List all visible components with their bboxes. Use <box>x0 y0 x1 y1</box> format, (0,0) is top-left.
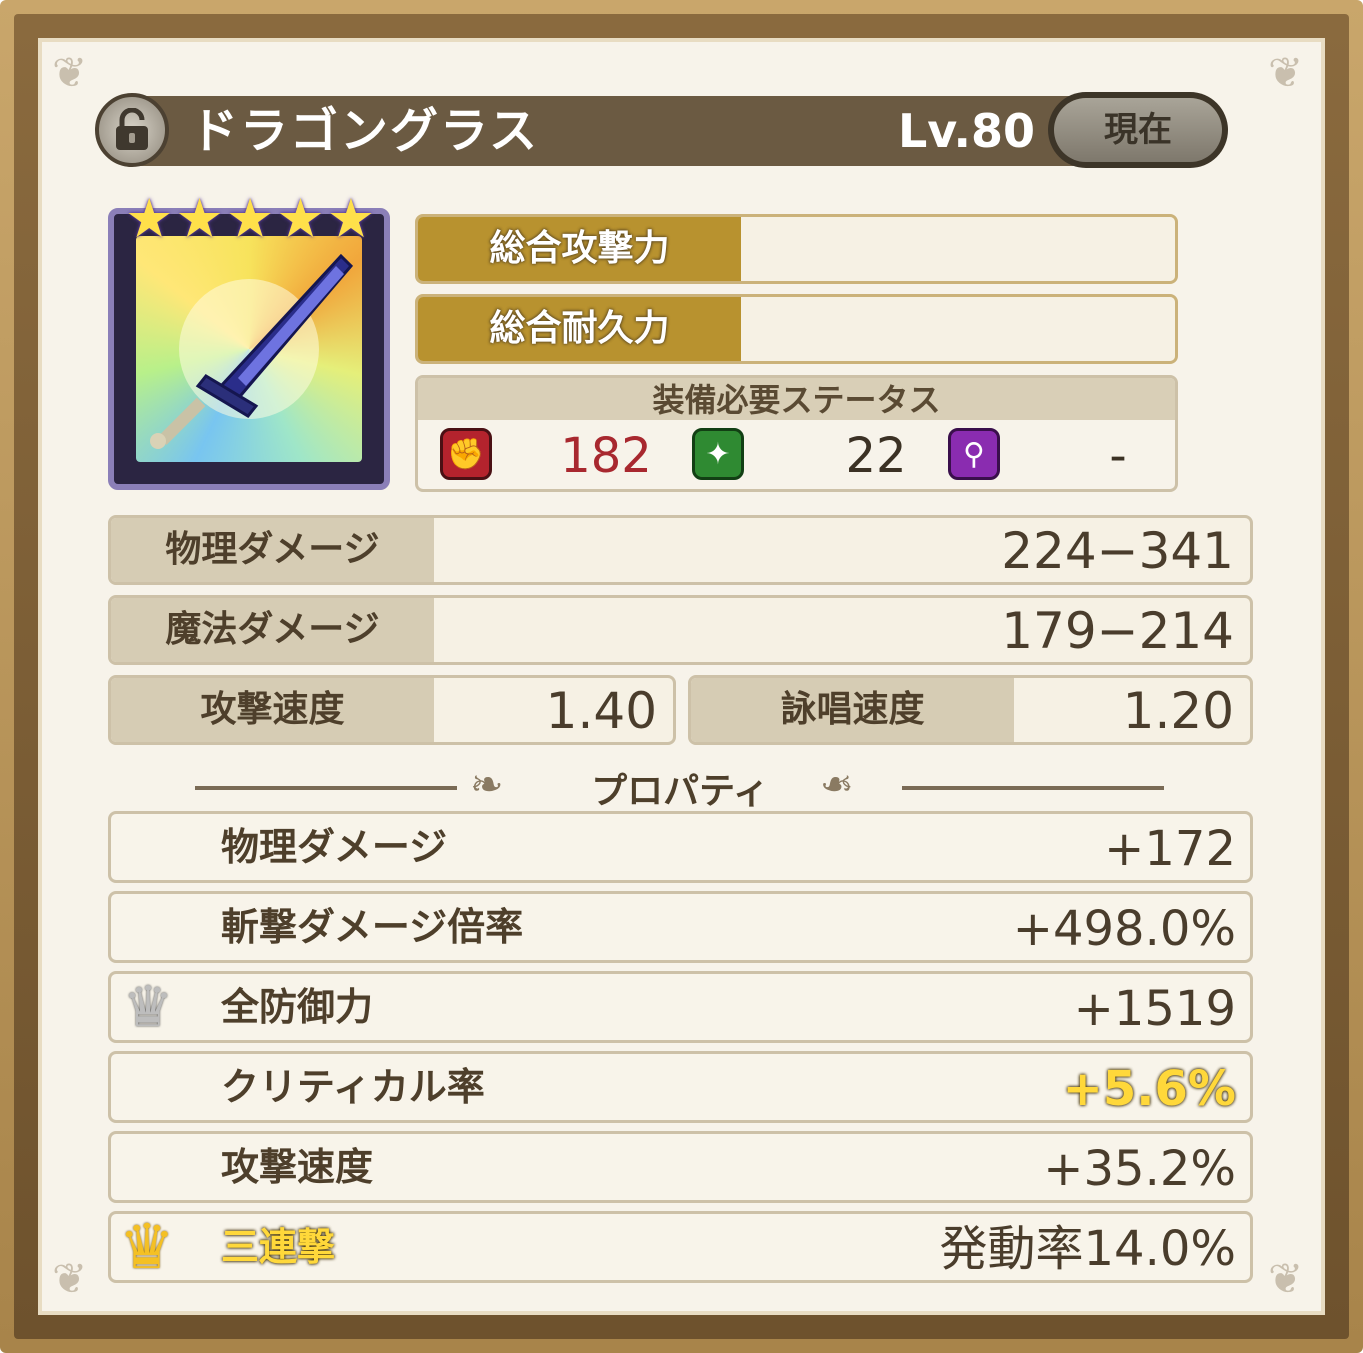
star-icon: ★ <box>225 187 275 250</box>
intelligence-wand-icon: ⚲ <box>948 428 1000 480</box>
property-value-highlight: +5.6% <box>1062 1061 1236 1117</box>
physical-damage-label: 物理ダメージ <box>111 518 434 582</box>
physical-damage-value: 224−341 <box>1001 522 1234 580</box>
property-label: 攻撃速度 <box>221 1145 374 1189</box>
attack-speed-label: 攻撃速度 <box>111 678 434 742</box>
rarity-stars: ★ ★ ★ ★ ★ <box>125 192 375 246</box>
equip-requirements: 装備必要ステータス ✊ 182 ✦ 22 ⚲ - <box>415 375 1178 492</box>
section-divider-right <box>902 786 1164 790</box>
ornament-icon: ❧ <box>470 762 504 808</box>
magic-damage-row: 魔法ダメージ 179−214 <box>108 595 1253 665</box>
cast-speed-label: 詠唱速度 <box>691 678 1014 742</box>
current-button[interactable]: 現在 <box>1048 92 1228 168</box>
gold-crown-icon: ♛ <box>119 1210 175 1283</box>
total-attack-label: 総合攻撃力 <box>418 217 741 281</box>
section-divider-left <box>195 786 457 790</box>
intelligence-requirement: - <box>1109 428 1127 484</box>
total-attack-value <box>741 217 1175 281</box>
star-icon: ★ <box>125 187 174 250</box>
property-value: 発動率14.0% <box>939 1221 1237 1277</box>
property-label-highlight: 三連撃 <box>221 1225 336 1269</box>
item-name: ドラゴングラス <box>190 103 540 159</box>
star-icon: ★ <box>276 187 325 250</box>
star-icon: ★ <box>326 187 376 250</box>
property-value: +172 <box>1104 821 1236 877</box>
property-row: クリティカル率 +5.6% <box>108 1051 1253 1123</box>
item-art <box>136 236 362 462</box>
cast-speed-value: 1.20 <box>1122 682 1234 740</box>
attack-speed-row: 攻撃速度 1.40 <box>108 675 676 745</box>
strength-requirement: 182 <box>560 428 652 484</box>
current-button-label: 現在 <box>1054 98 1222 162</box>
strength-fist-icon: ✊ <box>440 428 492 480</box>
property-row: 物理ダメージ +172 <box>108 811 1253 883</box>
total-durability-label: 総合耐久力 <box>418 297 741 361</box>
magic-damage-label: 魔法ダメージ <box>111 598 434 662</box>
corner-ornament-icon: ❦ <box>52 1254 88 1303</box>
property-value: +498.0% <box>1012 901 1236 957</box>
corner-ornament-icon: ❦ <box>52 48 88 97</box>
item-icon-frame[interactable] <box>108 208 390 490</box>
property-label: 全防御力 <box>221 985 374 1029</box>
property-value: +35.2% <box>1043 1141 1236 1197</box>
equip-requirements-title: 装備必要ステータス <box>418 378 1175 420</box>
magic-damage-value: 179−214 <box>1001 602 1234 660</box>
star-icon: ★ <box>175 187 224 250</box>
property-label: クリティカル率 <box>221 1065 485 1109</box>
attack-speed-value: 1.40 <box>545 682 657 740</box>
property-row: 斬撃ダメージ倍率 +498.0% <box>108 891 1253 963</box>
dexterity-star-icon: ✦ <box>692 428 744 480</box>
sword-icon <box>150 253 354 449</box>
item-level: Lv.80 <box>897 104 1035 158</box>
property-row: ♛ 三連撃 発動率14.0% <box>108 1211 1253 1283</box>
corner-ornament-icon: ❦ <box>1268 1254 1304 1303</box>
total-durability-bar: 総合耐久力 <box>415 294 1178 364</box>
ornament-icon: ❧ <box>820 762 854 808</box>
total-attack-bar: 総合攻撃力 <box>415 214 1178 284</box>
properties-title: プロパティ <box>591 771 769 812</box>
dexterity-requirement: 22 <box>845 428 907 484</box>
total-durability-value <box>741 297 1175 361</box>
property-row: 攻撃速度 +35.2% <box>108 1131 1253 1203</box>
property-row: ♛ 全防御力 +1519 <box>108 971 1253 1043</box>
physical-damage-row: 物理ダメージ 224−341 <box>108 515 1253 585</box>
lock-icon <box>116 108 148 150</box>
property-label: 斬撃ダメージ倍率 <box>221 905 524 949</box>
property-label: 物理ダメージ <box>221 825 448 869</box>
corner-ornament-icon: ❦ <box>1268 48 1304 97</box>
cast-speed-row: 詠唱速度 1.20 <box>688 675 1253 745</box>
property-value: +1519 <box>1073 981 1236 1037</box>
silver-crown-icon: ♛ <box>123 975 174 1040</box>
lock-button[interactable] <box>95 93 169 167</box>
